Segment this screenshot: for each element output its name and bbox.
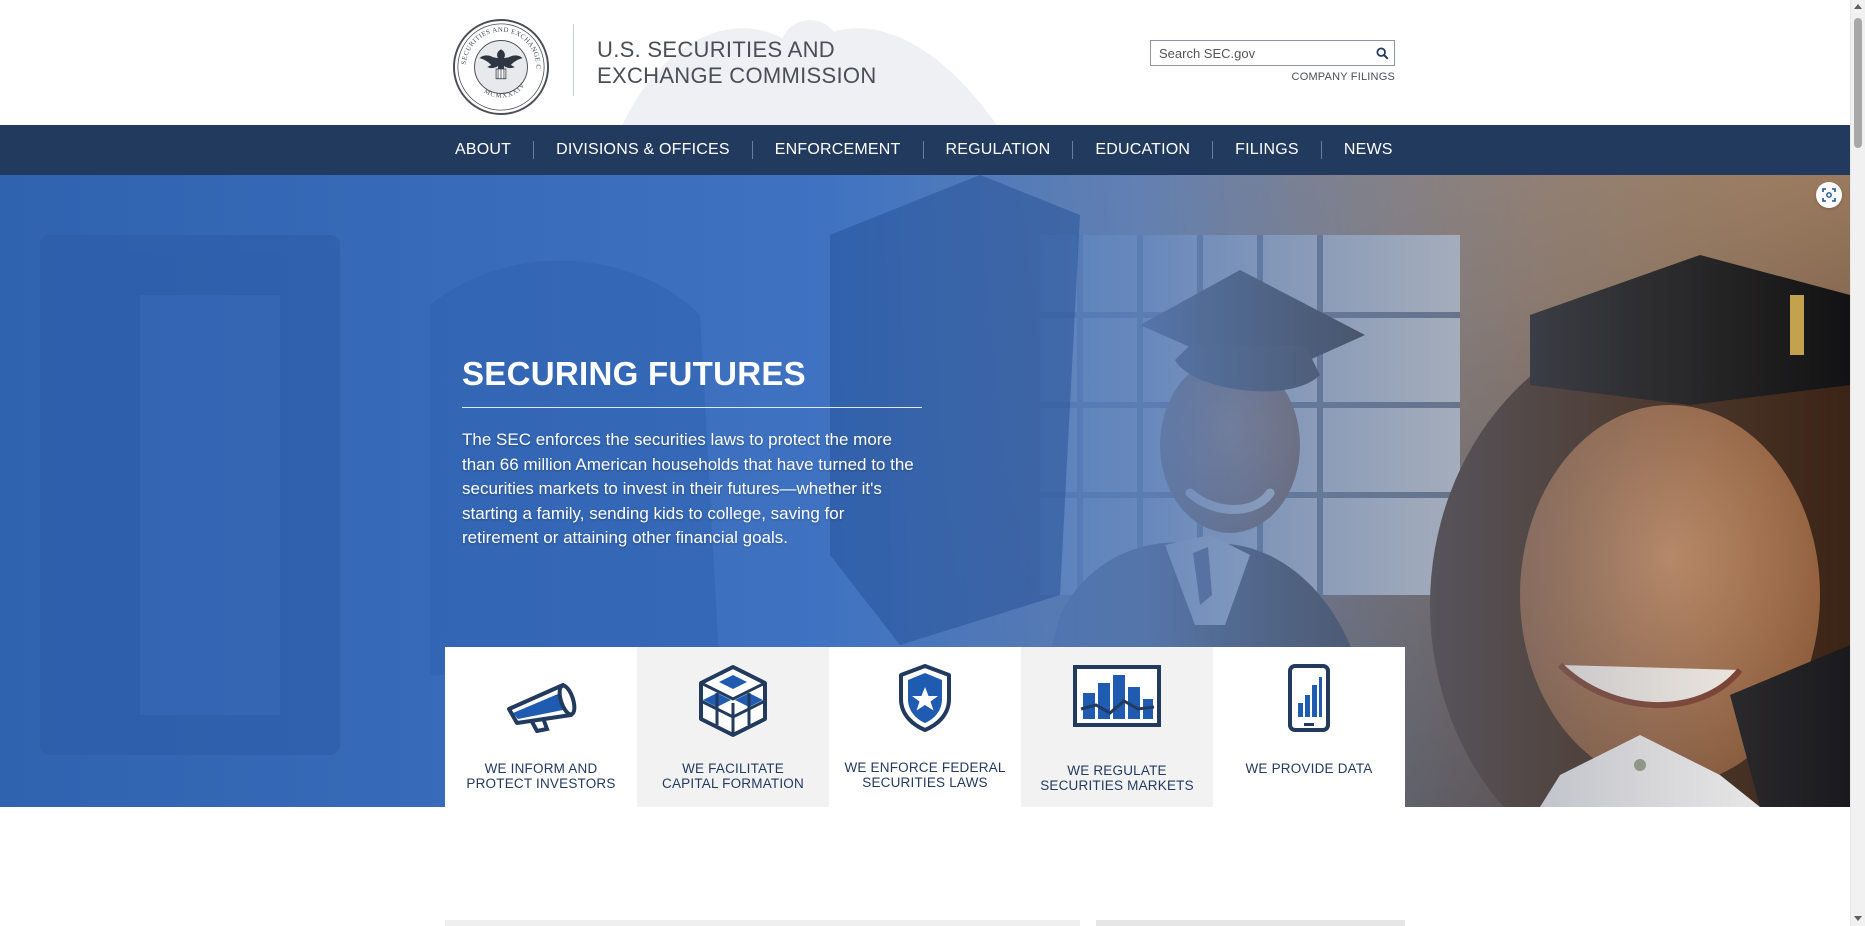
- company-filings-link[interactable]: COMPANY FILINGS: [1250, 71, 1395, 83]
- badge-shield-icon: [899, 664, 951, 732]
- tile-icon-wrap: [829, 663, 1021, 743]
- nav-link-education[interactable]: EDUCATION: [1073, 141, 1212, 159]
- scroll-up-arrow-icon[interactable]: [1854, 4, 1862, 9]
- tile-label-line2: CAPITAL FORMATION: [662, 776, 804, 791]
- tile-inform-protect[interactable]: WE INFORM AND PROTECT INVESTORS: [445, 647, 637, 807]
- tile-label-line1: WE REGULATE: [1067, 763, 1167, 778]
- tile-regulate-markets[interactable]: WE REGULATE SECURITIES MARKETS: [1021, 647, 1213, 807]
- tile-label: WE ENFORCE FEDERAL SECURITIES LAWS: [835, 760, 1015, 790]
- nav-item-divisions: DIVISIONS & OFFICES: [534, 125, 753, 175]
- nav-item-regulation: REGULATION: [924, 125, 1074, 175]
- tile-label-line2: SECURITIES LAWS: [862, 775, 988, 790]
- nav-link-about[interactable]: ABOUT: [440, 141, 533, 159]
- search-button[interactable]: [1370, 41, 1394, 65]
- hero-content: SECURING FUTURES The SEC enforces the se…: [462, 355, 932, 551]
- agency-name-line2: EXCHANGE COMMISSION: [597, 63, 877, 88]
- sec-seal-logo: SECURITIES AND EXCHANGE COMMISSION MCMXX…: [452, 18, 550, 116]
- nav-link-regulation[interactable]: REGULATION: [924, 141, 1073, 159]
- cubes-icon: [699, 665, 767, 737]
- tile-label-line2: SECURITIES MARKETS: [1040, 778, 1194, 793]
- hero-description: The SEC enforces the securities laws to …: [462, 430, 914, 547]
- megaphone-icon: [507, 683, 577, 733]
- nav-link-news[interactable]: NEWS: [1322, 141, 1415, 159]
- expand-frame-icon: [1822, 188, 1836, 202]
- mission-tiles: WE INFORM AND PROTECT INVESTORS WE FACIL…: [445, 647, 1405, 807]
- tile-label: WE FACILITATE CAPITAL FORMATION: [643, 761, 823, 791]
- tile-label-line1: WE ENFORCE FEDERAL: [844, 760, 1006, 775]
- scroll-thumb[interactable]: [1854, 18, 1862, 148]
- nav-link-filings[interactable]: FILINGS: [1213, 141, 1321, 159]
- nav-item-news: NEWS: [1322, 125, 1415, 175]
- tile-label-line1: WE INFORM AND: [484, 761, 598, 776]
- tile-label: WE REGULATE SECURITIES MARKETS: [1027, 763, 1207, 793]
- site-header: SECURITIES AND EXCHANGE COMMISSION MCMXX…: [0, 0, 1850, 125]
- nav-link-divisions[interactable]: DIVISIONS & OFFICES: [534, 141, 752, 159]
- agency-name-link[interactable]: U.S. SECURITIES AND EXCHANGE COMMISSION: [597, 37, 897, 89]
- content-panel-right: [1096, 920, 1405, 926]
- tile-provide-data[interactable]: WE PROVIDE DATA: [1213, 647, 1405, 807]
- tile-capital-formation[interactable]: WE FACILITATE CAPITAL FORMATION: [637, 647, 829, 807]
- nav-item-filings: FILINGS: [1213, 125, 1322, 175]
- hero-title: SECURING FUTURES: [462, 355, 922, 408]
- tile-label-line2: PROTECT INVESTORS: [466, 776, 616, 791]
- tile-label-line1: WE PROVIDE DATA: [1245, 761, 1373, 776]
- brand-divider: [573, 24, 574, 96]
- tile-icon-wrap: [445, 663, 637, 743]
- tile-label: WE PROVIDE DATA: [1219, 761, 1399, 776]
- agency-name-line1: U.S. SECURITIES AND: [597, 37, 835, 62]
- market-chart-icon: [1073, 665, 1161, 727]
- tile-label: WE INFORM AND PROTECT INVESTORS: [451, 761, 631, 791]
- nav-list: ABOUT DIVISIONS & OFFICES ENFORCEMENT RE…: [440, 125, 1415, 175]
- main-navigation: ABOUT DIVISIONS & OFFICES ENFORCEMENT RE…: [0, 125, 1850, 175]
- search-input[interactable]: [1151, 41, 1370, 65]
- scroll-down-arrow-icon[interactable]: [1854, 916, 1862, 921]
- page-scrollbar[interactable]: [1850, 0, 1865, 926]
- content-panel-left: [445, 920, 1080, 926]
- nav-item-enforcement: ENFORCEMENT: [753, 125, 924, 175]
- tablet-data-icon: [1288, 664, 1330, 732]
- fullscreen-toggle-button[interactable]: [1816, 182, 1842, 208]
- tile-icon-wrap: [637, 663, 829, 743]
- nav-item-about: ABOUT: [440, 125, 535, 175]
- search-form: [1150, 40, 1395, 66]
- tile-enforce-laws[interactable]: WE ENFORCE FEDERAL SECURITIES LAWS: [829, 647, 1021, 807]
- nav-link-enforcement[interactable]: ENFORCEMENT: [753, 141, 923, 159]
- tile-icon-wrap: [1213, 663, 1405, 743]
- search-icon: [1375, 46, 1389, 60]
- tile-label-line1: WE FACILITATE: [682, 761, 784, 776]
- nav-item-education: EDUCATION: [1073, 125, 1214, 175]
- tile-icon-wrap: [1021, 663, 1213, 743]
